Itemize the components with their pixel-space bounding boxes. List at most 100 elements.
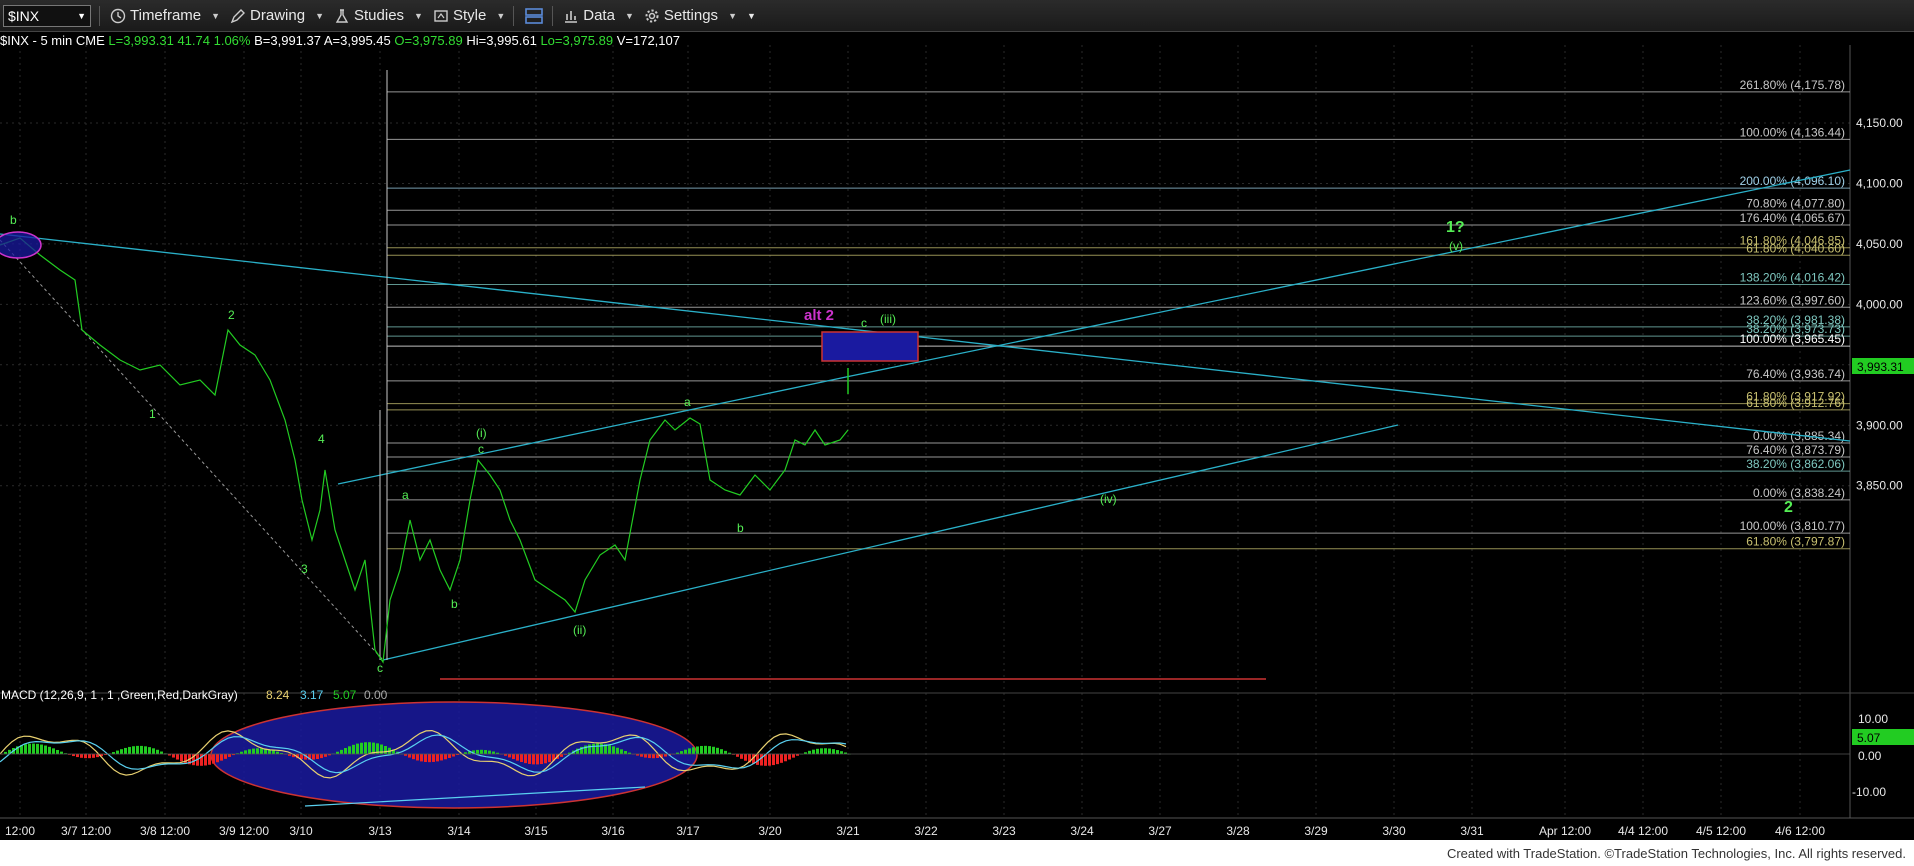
macd-bar	[476, 749, 479, 754]
macd-bar	[612, 746, 615, 754]
wave-label-iv: (iv)	[1100, 492, 1117, 506]
macd-bar	[616, 747, 619, 754]
macd-bar	[360, 742, 363, 754]
macd-bar	[704, 745, 707, 754]
wave-label-b-right: b	[737, 521, 744, 535]
macd-bar	[368, 742, 371, 754]
macd-bar	[28, 743, 31, 754]
macd-value-4: 0.00	[364, 688, 388, 702]
fibonacci-levels: 261.80% (4,175.78) 100.00% (4,136.44) 200.…	[387, 78, 1850, 550]
macd-bar	[408, 754, 411, 758]
fib-level-label: 123.60% (3,997.60)	[1740, 293, 1845, 307]
wave-label-a-left: a	[402, 488, 409, 502]
macd-bar	[320, 754, 323, 759]
date-axis-label: 3/9 12:00	[219, 824, 269, 838]
macd-bar	[216, 754, 219, 763]
footer-copyright: Created with TradeStation. ©TradeStation…	[0, 840, 1914, 866]
macd-bar	[144, 746, 147, 754]
macd-axis-top: 10.00	[1858, 712, 1888, 726]
macd-bar	[208, 754, 211, 765]
price-axis-label: 4,050.00	[1856, 237, 1903, 251]
date-axis-label: 3/31	[1460, 824, 1484, 838]
macd-axis-zero: 0.00	[1858, 749, 1882, 763]
macd-bar	[588, 744, 591, 754]
macd-bar	[516, 754, 519, 761]
macd-bar	[48, 746, 51, 754]
macd-bar	[520, 754, 523, 763]
wave-labels: b 2 1 4 3 c a b (i) c (ii) a b c (iii) (…	[10, 213, 1463, 675]
current-price-label: 3,993.31	[1857, 360, 1904, 374]
macd-bar	[212, 754, 215, 764]
macd-bar	[432, 754, 435, 762]
fib-level-label: 200.00% (4,096.10)	[1740, 174, 1845, 188]
macd-bar	[528, 754, 531, 764]
macd-bar	[652, 754, 655, 759]
macd-bar	[120, 749, 123, 754]
date-axis-label: 3/29	[1304, 824, 1328, 838]
macd-bar	[128, 746, 131, 754]
target-box[interactable]	[821, 331, 919, 362]
macd-bar	[440, 754, 443, 761]
macd-bar	[548, 754, 551, 763]
fib-level-label: 138.20% (4,016.42)	[1740, 270, 1845, 284]
date-axis-label: 3/24	[1070, 824, 1094, 838]
date-axis-label: 3/16	[601, 824, 625, 838]
date-axis-label: 3/22	[914, 824, 938, 838]
macd-bar	[176, 754, 179, 760]
date-axis-label: 4/5 12:00	[1696, 824, 1746, 838]
macd-bar	[760, 754, 763, 766]
date-axis-label: 3/14	[447, 824, 471, 838]
macd-bar	[148, 747, 151, 754]
macd-bar	[508, 754, 511, 758]
macd-bar	[700, 745, 703, 754]
macd-bar	[116, 750, 119, 754]
macd-bar	[340, 749, 343, 754]
macd-bar	[352, 744, 355, 754]
channel-lower-line[interactable]	[382, 424, 1399, 661]
wave-label-1q: 1?	[1446, 219, 1465, 236]
macd-bar	[824, 748, 827, 754]
macd-bar	[244, 750, 247, 754]
macd-bar	[684, 749, 687, 754]
macd-bar	[80, 754, 83, 758]
fib-level-label: 76.40% (3,873.79)	[1746, 443, 1845, 457]
macd-bar	[820, 748, 823, 754]
macd-bar	[76, 754, 79, 758]
macd-bar	[56, 749, 59, 754]
macd-bar	[436, 754, 439, 762]
date-axis-label: 12:00	[5, 824, 35, 838]
macd-bar	[412, 754, 415, 760]
macd-bar	[592, 743, 595, 754]
macd-bar	[740, 754, 743, 759]
price-axis-label: 4,000.00	[1856, 297, 1903, 311]
fib-level-label: 100.00% (3,965.45)	[1740, 332, 1845, 346]
macd-bar	[692, 747, 695, 754]
price-axis-label: 4,150.00	[1856, 116, 1903, 130]
macd-bar	[52, 748, 55, 754]
macd-bar	[624, 751, 627, 754]
date-axis-label: 3/30	[1382, 824, 1406, 838]
price-chart[interactable]: 261.80% (4,175.78) 100.00% (4,136.44) 200.…	[0, 0, 1914, 840]
macd-bar	[40, 744, 43, 754]
macd-bar	[260, 748, 263, 754]
macd-bar	[560, 754, 563, 757]
fib-level-label: 100.00% (3,810.77)	[1740, 519, 1845, 533]
macd-bar	[772, 754, 775, 766]
macd-title: MACD (12,26,9, 1 , 1 ,Green,Red,DarkGray…	[1, 688, 238, 702]
macd-bar	[488, 750, 491, 754]
macd-bar	[44, 745, 47, 754]
highlight-ellipse[interactable]	[0, 231, 42, 259]
price-axis-label: 3,900.00	[1856, 418, 1903, 432]
macd-bar	[252, 748, 255, 754]
macd-current-label: 5.07	[1857, 731, 1881, 745]
date-axis-label: 3/23	[992, 824, 1016, 838]
macd-bar	[444, 754, 447, 760]
date-axis-label: 3/21	[836, 824, 860, 838]
macd-bar	[720, 749, 723, 754]
wave-label-3: 3	[301, 562, 308, 576]
macd-bar	[204, 754, 207, 766]
macd-bar	[648, 754, 651, 759]
date-axis-label: 4/6 12:00	[1775, 824, 1825, 838]
macd-bar	[32, 743, 35, 754]
macd-bar	[312, 754, 315, 760]
